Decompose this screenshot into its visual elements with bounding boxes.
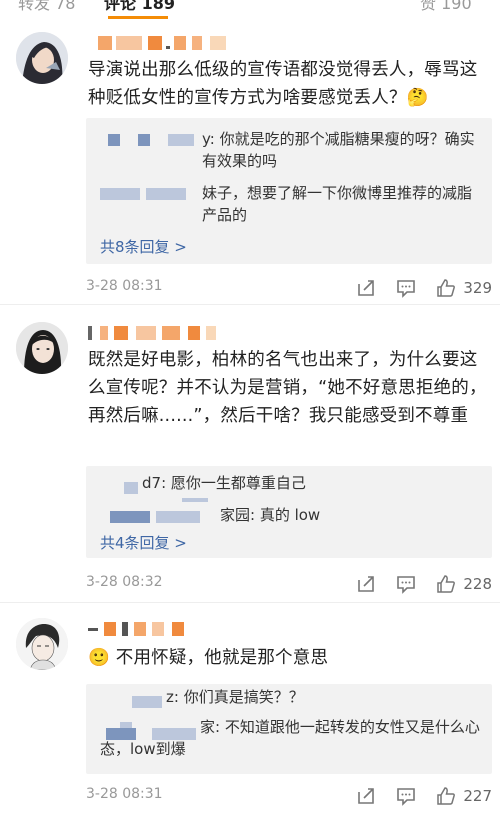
avatar[interactable] (16, 618, 68, 670)
reply-box[interactable]: y: 你就是吃的那个减脂糖果瘦的呀？确实有效果的吗 妹子，想要了解一下你微博里推… (86, 118, 492, 264)
reply-author-masked (182, 498, 208, 502)
avatar[interactable] (16, 322, 68, 374)
more-replies-link[interactable]: 共8条回复 > (100, 236, 187, 257)
comment-meta: 3-28 08:32 228 (86, 574, 492, 596)
reply-text: y: 你就是吃的那个减脂糖果瘦的呀？确实有效果的吗 (202, 130, 475, 170)
tab-comments[interactable]: 评论 189 (104, 0, 175, 14)
reply-author-masked (132, 696, 162, 708)
tab-indicator (108, 16, 168, 19)
reply-text: z: 你们真是搞笑？？ (166, 688, 304, 706)
divider (0, 602, 500, 603)
reply-author-masked (108, 134, 120, 146)
nickname[interactable] (88, 326, 248, 340)
reply-author-masked (100, 188, 140, 200)
reply-author-masked (138, 134, 150, 146)
reply-text: d7: 愿你一生都尊重自己 (142, 474, 306, 492)
reply-author-masked (124, 482, 138, 494)
tab-repost[interactable]: 转发 78 (18, 0, 75, 14)
repost-icon[interactable] (356, 278, 376, 298)
like-icon[interactable] (436, 574, 456, 594)
repost-icon[interactable] (356, 786, 376, 806)
comment-meta: 3-28 08:31 227 (86, 786, 492, 808)
comment-icon[interactable] (396, 574, 416, 594)
tab-likes[interactable]: 赞 190 (420, 0, 472, 14)
reply-author-masked (146, 188, 186, 200)
reply-text: 家: 不知道跟他一起转发的女性又是什么心态，low到爆 (100, 718, 480, 758)
like-count: 227 (463, 787, 492, 805)
reply-text: 家园: 真的 low (220, 506, 321, 524)
comment-text: 🙂 不用怀疑，他就是那个意思 (88, 648, 329, 668)
comment-time: 3-28 08:31 (86, 278, 163, 294)
reply-author-masked (110, 511, 150, 523)
comment-meta: 3-28 08:31 329 (86, 278, 492, 300)
more-replies-link[interactable]: 共4条回复 > (100, 532, 187, 553)
comment-text: 导演说出那么低级的宣传语都没觉得丢人，辱骂这种贬低女性的宣传方式为啥要感觉丢人？… (88, 60, 478, 108)
reply-box[interactable]: z: 你们真是搞笑？？ 家: 不知道跟他一起转发的女性又是什么心态，low到爆 (86, 684, 492, 774)
reply-box[interactable]: d7: 愿你一生都尊重自己 家园: 真的 low 共4条回复 > (86, 466, 492, 558)
comment-time: 3-28 08:32 (86, 574, 163, 590)
comment-text: 既然是好电影，柏林的名气也出来了，为什么要这么宣传呢？并不认为是营销，“她不好意… (88, 350, 487, 426)
like-count: 228 (463, 575, 492, 593)
like-icon[interactable] (436, 786, 456, 806)
comment-icon[interactable] (396, 278, 416, 298)
nickname[interactable] (88, 622, 208, 636)
like-icon[interactable] (436, 278, 456, 298)
divider (0, 304, 500, 305)
like-count: 329 (463, 279, 492, 297)
repost-icon[interactable] (356, 574, 376, 594)
comment-time: 3-28 08:31 (86, 786, 163, 802)
reply-author-masked (168, 134, 194, 146)
reply-author-masked (156, 511, 200, 523)
nickname[interactable] (88, 36, 248, 50)
reply-text: 妹子，想要了解一下你微博里推荐的减脂产品的 (202, 184, 473, 224)
comment-icon[interactable] (396, 786, 416, 806)
avatar[interactable] (16, 32, 68, 84)
tab-bar: 转发 78 评论 189 赞 190 (0, 0, 500, 20)
